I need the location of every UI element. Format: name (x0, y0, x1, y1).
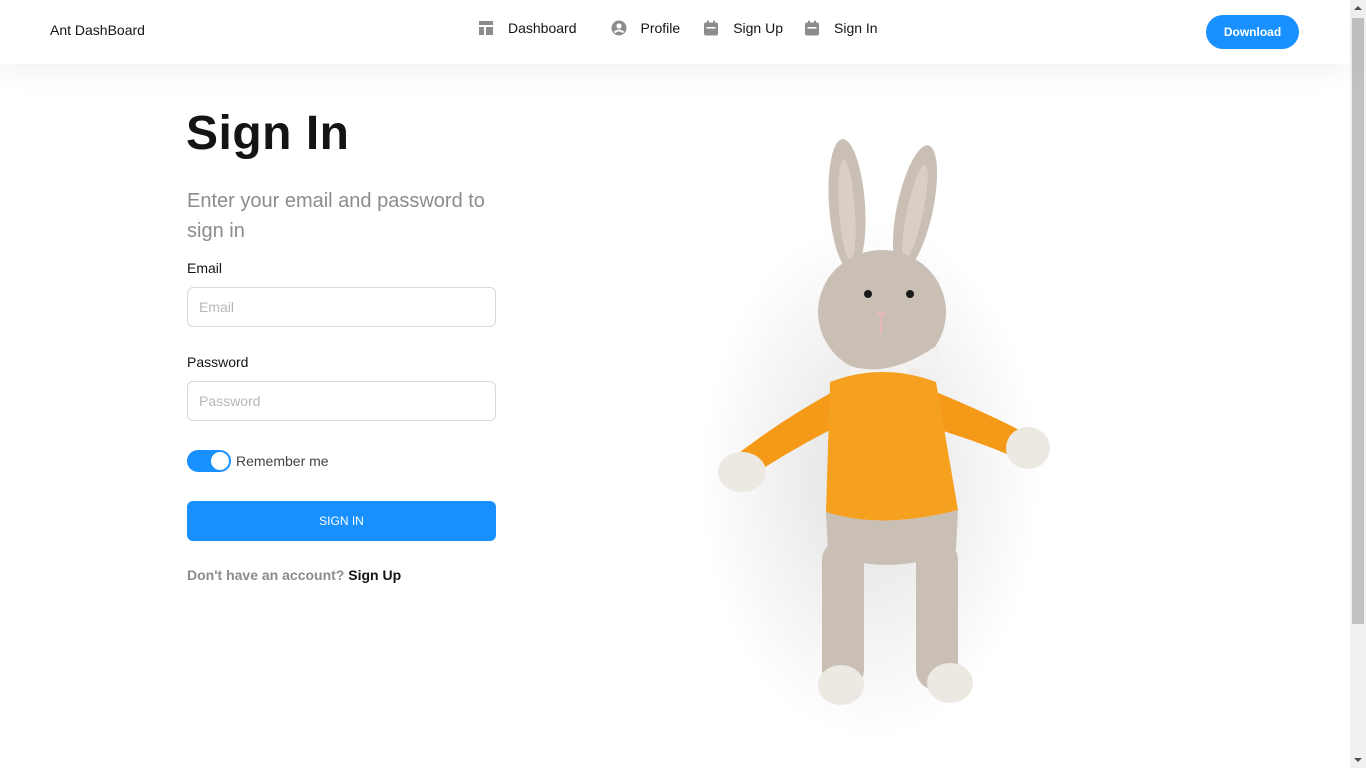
scrollbar-thumb[interactable] (1352, 18, 1364, 624)
password-label: Password (187, 354, 249, 370)
nav-item-sign-up[interactable]: Sign Up (703, 20, 783, 36)
password-field[interactable] (187, 381, 496, 421)
bunny-toy-illustration (690, 120, 1090, 740)
vertical-scrollbar[interactable] (1350, 0, 1366, 768)
signup-prompt-text: Don't have an account? (187, 567, 345, 583)
toggle-knob (211, 452, 229, 470)
remember-me-toggle[interactable] (187, 450, 231, 472)
nav-label-sign-up: Sign Up (733, 20, 783, 36)
email-field[interactable] (187, 287, 496, 327)
scroll-up-arrow-icon[interactable] (1350, 0, 1366, 16)
nav-label-profile: Profile (640, 20, 681, 36)
calendar-icon (804, 20, 820, 36)
dashboard-icon (478, 20, 494, 36)
download-button[interactable]: Download (1206, 15, 1299, 49)
email-label: Email (187, 260, 223, 276)
signup-prompt: Don't have an account? Sign Up (187, 567, 401, 583)
nav-label-dashboard: Dashboard (508, 20, 577, 36)
scroll-down-arrow-icon[interactable] (1350, 752, 1366, 768)
page-subtitle: Enter your email and password to sign in (187, 190, 485, 242)
brand-logo-text[interactable]: Ant DashBoard (50, 22, 145, 38)
nav-item-profile[interactable]: Profile (611, 20, 681, 36)
calendar-icon (703, 20, 719, 36)
nav-item-dashboard[interactable]: Dashboard (478, 20, 577, 36)
top-header: Ant DashBoard Dashboard Profile Sign Up … (0, 0, 1350, 64)
sign-up-link[interactable]: Sign Up (348, 567, 401, 583)
user-circle-icon (611, 20, 627, 36)
sign-in-button[interactable]: SIGN IN (187, 501, 496, 541)
nav-label-sign-in: Sign In (834, 20, 878, 36)
page-title: Sign In (186, 107, 350, 160)
main-nav: Dashboard Profile Sign Up Sign In (478, 20, 878, 36)
remember-me-label[interactable]: Remember me (236, 453, 329, 469)
nav-item-sign-in[interactable]: Sign In (804, 20, 878, 36)
